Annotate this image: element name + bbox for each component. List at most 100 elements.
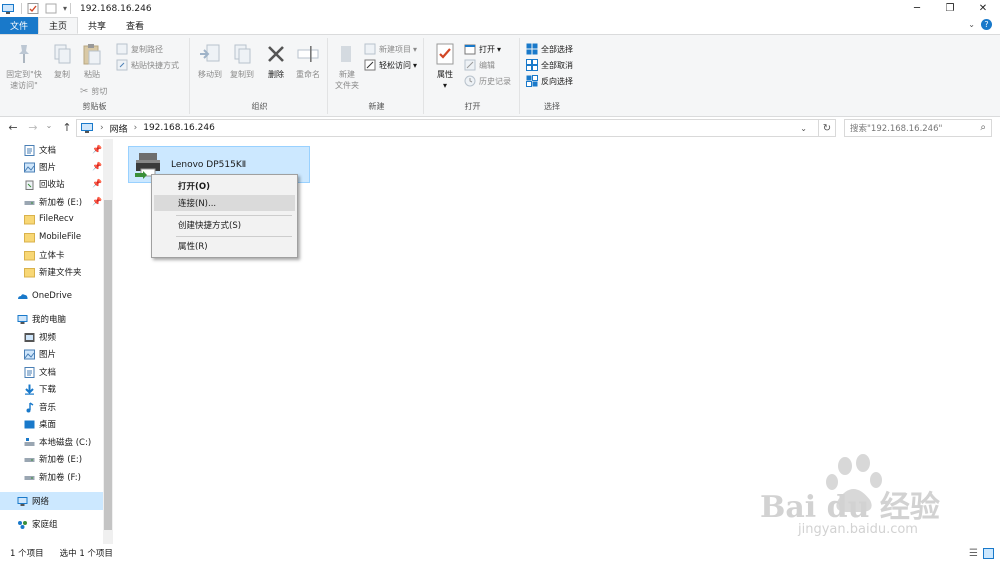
documents-icon [24,144,35,156]
nav-item-music[interactable]: 音乐 [24,399,56,415]
invert-selection-button[interactable]: 反向选择 [526,74,573,88]
group-label-new: 新建 [368,102,385,111]
group-open: 属性 ▾ 打开 ▾ 编辑 历史记录 打开 [426,38,520,114]
address-bar[interactable]: › 网络 › 192.168.16.246 ⌄ [76,119,836,137]
menu-item-properties[interactable]: 属性(R) [154,238,295,254]
tab-share[interactable]: 共享 [78,17,116,34]
menu-item-create-shortcut[interactable]: 创建快捷方式(S) [154,217,295,233]
tab-home[interactable]: 主页 [38,17,79,34]
edit-button[interactable]: 编辑 [464,58,495,72]
properties-check-icon[interactable] [27,3,39,14]
quick-access-dropdown-icon[interactable]: ▾ [63,4,67,13]
nav-scrollbar-thumb[interactable] [104,200,112,530]
nav-item-onedrive[interactable]: OneDrive [17,288,72,304]
recent-dropdown-icon[interactable]: ⌄ [42,121,56,130]
nav-item-new-folder[interactable]: 新建文件夹 [24,264,82,280]
delete-x-icon [268,46,284,62]
nav-label: 本地磁盘 (C:) [39,438,92,448]
search-input[interactable]: 搜索"192.168.16.246" ⌕ [844,119,992,137]
expand-ribbon-icon[interactable]: ⌄ [968,20,975,29]
open-button[interactable]: 打开 ▾ [464,42,501,56]
crumb-host[interactable]: 192.168.16.246 [143,123,215,133]
nav-item-drive-e[interactable]: 新加卷 (E:) [24,451,82,467]
move-to-label: 移动到 [198,70,222,79]
forward-arrow-icon[interactable]: → [26,121,40,134]
nav-item-pc-documents[interactable]: 文档 [24,364,56,380]
nav-item-documents[interactable]: 文档 [24,142,56,158]
nav-item-filerecv[interactable]: FileRecv [24,211,74,227]
nav-label: 文档 [39,368,57,378]
paste-button[interactable]: 粘贴 [78,42,106,80]
title-separator-2 [70,3,72,14]
tab-file[interactable]: 文件 [0,17,38,34]
pin-quick-access-button[interactable]: 固定到"快 速访问" [4,42,44,91]
properties-button[interactable]: 属性 ▾ [430,42,460,91]
nav-item-pictures[interactable]: 图片 [24,159,56,175]
crumb-network[interactable]: 网络 [110,122,128,135]
select-none-button[interactable]: 全部取消 [526,58,573,72]
crumb-chevron-2[interactable]: › [134,123,138,133]
nav-label: 立体卡 [39,251,65,261]
tab-view[interactable]: 查看 [116,17,154,34]
move-to-button[interactable]: 移动到 [194,42,226,80]
new-item-button[interactable]: 新建项目 ▾ [364,42,417,56]
close-button[interactable]: ✕ [966,0,1000,17]
nav-label: 新加卷 (F:) [39,473,81,483]
delete-label: 删除 [268,70,284,79]
nav-item-mobilefile[interactable]: MobileFile [24,229,81,245]
group-label-select: 选择 [544,102,560,111]
nav-label: MobileFile [39,232,82,242]
nav-label: 文档 [39,146,57,156]
details-view-icon[interactable]: ☰ [969,548,978,559]
nav-label: 回收站 [39,180,65,190]
pinned-icon: 📌 [92,179,102,188]
minimize-button[interactable]: ─ [900,0,934,17]
easy-access-label: 轻松访问 [379,60,411,70]
properties-dropdown-icon: ▾ [442,81,447,90]
copy-to-button[interactable]: 复制到 [226,42,258,80]
help-icon[interactable]: ? [981,19,992,30]
paste-shortcut-button[interactable]: 粘贴快捷方式 [116,58,179,72]
delete-button[interactable]: 删除 [262,42,290,80]
group-new: 新建 文件夹 新建项目 ▾ 轻松访问 ▾ 新建 [330,38,424,114]
history-button[interactable]: 历史记录 [464,74,511,88]
nav-item-this-pc[interactable]: 我的电脑 [17,311,66,327]
rename-label: 重命名 [296,70,320,79]
restore-button[interactable]: ❐ [933,0,967,17]
select-all-button[interactable]: 全部选择 [526,42,573,56]
nav-item-3d-card[interactable]: 立体卡 [24,247,65,263]
computer-icon [17,314,28,324]
copy-button[interactable]: 复制 [48,42,76,80]
nav-item-network[interactable]: 网络 [0,492,103,510]
easy-access-button[interactable]: 轻松访问 ▾ [364,58,417,72]
new-folder-quick-icon[interactable] [45,3,57,14]
cut-button[interactable]: ✂ 剪切 [80,84,107,98]
up-arrow-icon[interactable]: ↑ [60,121,74,134]
onedrive-cloud-icon [18,293,28,299]
large-icons-view-icon[interactable] [983,547,994,559]
nav-item-pc-pictures[interactable]: 图片 [24,346,56,362]
address-dropdown-icon[interactable]: ⌄ [800,124,807,133]
new-folder-label-1: 新建 [339,70,355,79]
nav-label: 新建文件夹 [39,268,82,278]
nav-item-downloads[interactable]: 下载 [24,381,56,397]
rename-button[interactable]: 重命名 [292,42,324,80]
network-icon [17,496,28,506]
nav-item-recycle-bin[interactable]: 回收站 [24,176,65,192]
nav-label: 我的电脑 [32,315,67,325]
nav-item-drive-f[interactable]: 新加卷 (F:) [24,469,81,485]
nav-item-homegroup[interactable]: 家庭组 [17,516,58,532]
nav-item-videos[interactable]: 视频 [24,329,56,345]
crumb-chevron-1[interactable]: › [100,123,104,133]
context-menu: 打开(O) 连接(N)... 创建快捷方式(S) 属性(R) [151,174,298,258]
new-folder-button[interactable]: 新建 文件夹 [332,42,362,91]
back-arrow-icon[interactable]: ← [6,121,20,134]
menu-item-connect[interactable]: 连接(N)... [154,195,295,211]
nav-item-volume-e[interactable]: 新加卷 (E:) [24,194,82,210]
copy-path-button[interactable]: 复制路径 [116,42,163,56]
nav-item-drive-c[interactable]: 本地磁盘 (C:) [24,434,91,450]
copy-to-icon [234,44,251,64]
menu-item-open[interactable]: 打开(O) [154,178,295,194]
nav-item-desktop[interactable]: 桌面 [24,416,56,432]
refresh-icon[interactable]: ↻ [818,119,836,137]
